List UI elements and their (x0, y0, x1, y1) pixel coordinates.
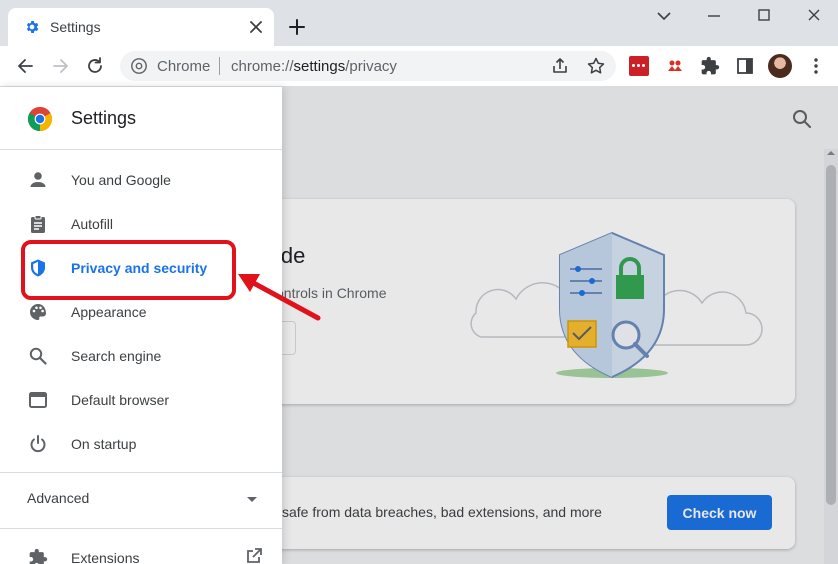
nav-label: Extensions (71, 550, 140, 564)
plus-icon[interactable] (286, 16, 308, 38)
drawer-divider (0, 528, 282, 529)
nav-label: Autofill (71, 216, 114, 232)
drawer-divider (0, 472, 282, 473)
browser-icon (29, 392, 47, 408)
palette-icon (30, 304, 46, 320)
annotation-highlight-box (21, 240, 236, 300)
drawer-header: Settings (0, 87, 282, 150)
omnibox-divider (219, 57, 220, 75)
nav-label: On startup (71, 436, 137, 452)
people-extension-icon[interactable] (665, 56, 685, 76)
search-icon (29, 347, 47, 365)
nav-item-you-and-google[interactable]: You and Google (0, 159, 282, 203)
chevron-down-icon (247, 497, 257, 502)
person-icon (30, 172, 46, 187)
url-path: /privacy (345, 58, 397, 75)
extensions-icon (29, 548, 48, 564)
address-bar[interactable]: Chrome chrome://settings/privacy (120, 51, 616, 81)
gear-icon (26, 21, 39, 33)
advanced-label: Advanced (27, 490, 90, 506)
power-icon (30, 435, 46, 453)
side-panel-icon[interactable] (735, 56, 755, 76)
toolbar: Chrome chrome://settings/privacy (0, 46, 838, 87)
nav-label: You and Google (71, 172, 171, 188)
clipboard-icon (31, 215, 45, 233)
close-icon[interactable] (246, 17, 266, 37)
more-options-icon[interactable] (806, 56, 826, 76)
tab-settings[interactable]: Settings (8, 8, 274, 46)
back-arrow-icon[interactable] (14, 55, 36, 77)
open-in-new-icon (247, 548, 262, 563)
nav-label: Search engine (71, 348, 162, 364)
chrome-logo-icon (27, 107, 53, 132)
nav-item-extensions[interactable]: Extensions (0, 537, 282, 564)
forward-arrow-icon[interactable] (50, 55, 72, 77)
reload-icon[interactable] (84, 55, 106, 77)
lastpass-extension-icon[interactable] (629, 56, 649, 76)
nav-item-default-browser[interactable]: Default browser (0, 379, 282, 423)
advanced-section-toggle[interactable]: Advanced (0, 475, 282, 519)
chrome-icon (131, 58, 147, 74)
profile-avatar[interactable] (768, 54, 792, 78)
window-close-icon[interactable] (803, 4, 825, 26)
extensions-puzzle-icon[interactable] (700, 56, 720, 76)
tab-strip: Settings (0, 0, 838, 46)
secure-chip-label: Chrome (157, 58, 211, 75)
minimize-window-icon[interactable] (703, 4, 725, 26)
tab-title: Settings (50, 19, 101, 35)
drawer-title: Settings (71, 108, 137, 128)
maximize-icon[interactable] (753, 4, 775, 26)
star-icon[interactable] (586, 56, 606, 76)
annotation-arrow-icon (238, 274, 321, 321)
nav-item-search-engine[interactable]: Search engine (0, 335, 282, 379)
share-icon[interactable] (550, 56, 570, 76)
url-prefix: chrome:// (231, 58, 294, 75)
url-host: settings (293, 58, 346, 75)
nav-label: Default browser (71, 392, 170, 408)
nav-item-on-startup[interactable]: On startup (0, 423, 282, 467)
minimize-icon[interactable] (653, 4, 675, 26)
nav-label: Appearance (71, 304, 147, 320)
url-text: chrome://settings/privacy (231, 58, 397, 75)
